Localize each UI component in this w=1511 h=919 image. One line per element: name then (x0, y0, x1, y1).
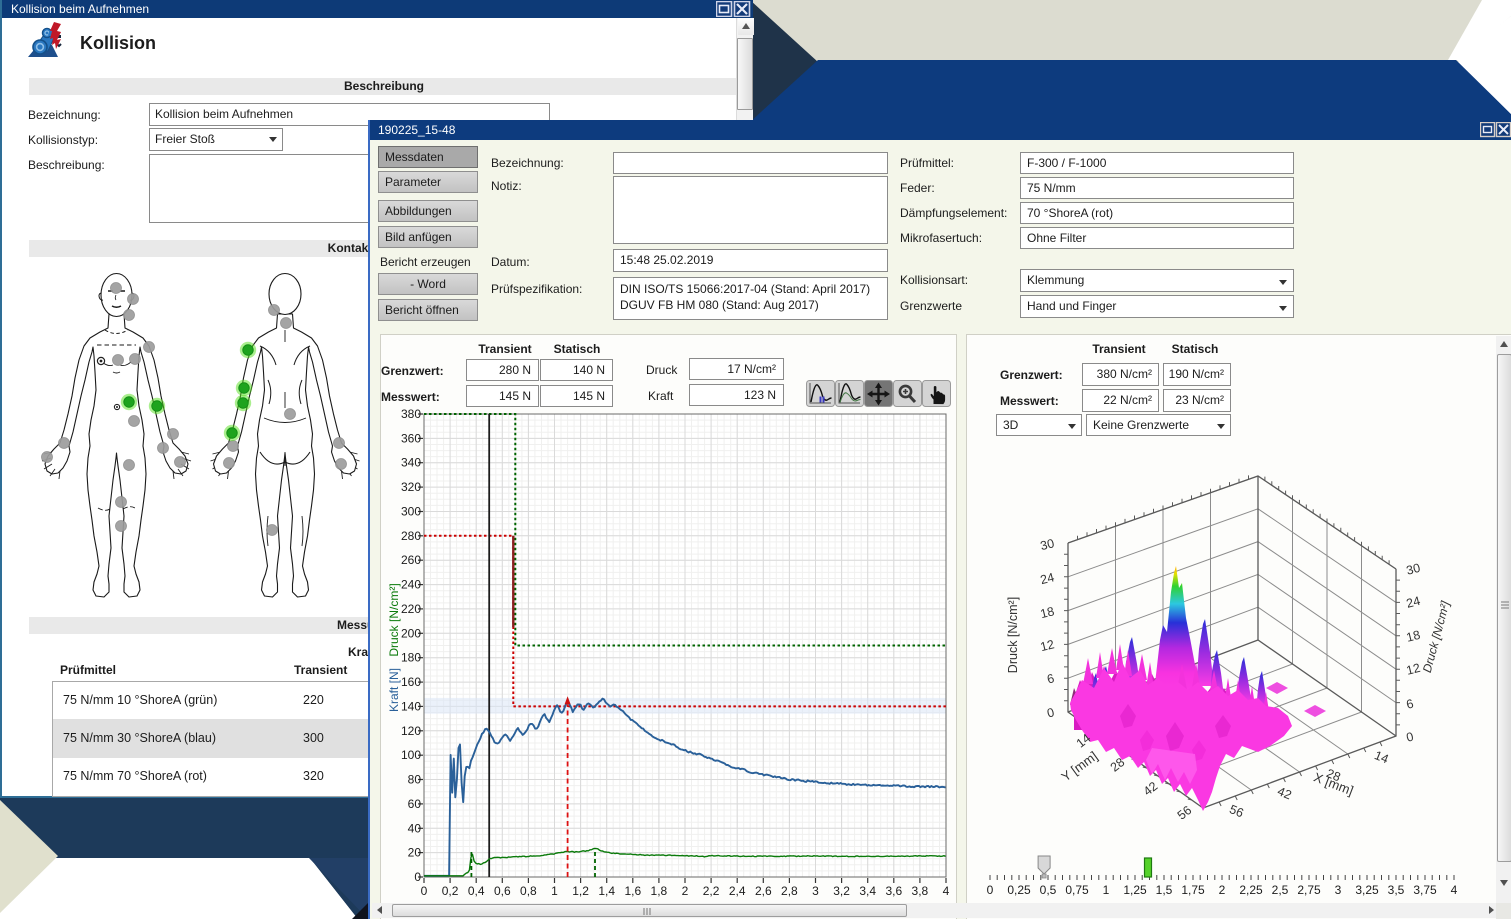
svg-text:40: 40 (408, 821, 422, 835)
svg-text:340: 340 (401, 456, 421, 470)
svg-text:12: 12 (1405, 661, 1422, 678)
svg-text:2: 2 (1219, 883, 1226, 897)
svg-text:380: 380 (401, 407, 421, 421)
svg-text:80: 80 (408, 773, 422, 787)
svg-text:120: 120 (401, 724, 421, 738)
svg-text:3,8: 3,8 (912, 884, 929, 898)
svg-text:200: 200 (401, 626, 421, 640)
svg-text:3,6: 3,6 (885, 884, 902, 898)
svg-text:0: 0 (421, 884, 428, 898)
svg-text:1,2: 1,2 (572, 884, 589, 898)
svg-text:2,5: 2,5 (1272, 883, 1289, 897)
svg-text:1: 1 (1103, 883, 1110, 897)
svg-text:2,4: 2,4 (729, 884, 746, 898)
svg-text:0,25: 0,25 (1007, 883, 1031, 897)
svg-text:1,8: 1,8 (651, 884, 668, 898)
svg-text:140: 140 (401, 699, 421, 713)
svg-text:0,6: 0,6 (494, 884, 511, 898)
svg-text:Druck [N/cm²]: Druck [N/cm²] (1420, 599, 1453, 674)
svg-text:280: 280 (401, 529, 421, 543)
svg-text:30: 30 (1405, 561, 1422, 578)
svg-text:3: 3 (812, 884, 819, 898)
svg-text:1,5: 1,5 (1156, 883, 1173, 897)
svg-text:4: 4 (943, 884, 950, 898)
svg-text:240: 240 (401, 578, 421, 592)
svg-text:320: 320 (401, 480, 421, 494)
svg-text:6: 6 (1046, 671, 1056, 686)
svg-text:1: 1 (551, 884, 558, 898)
svg-text:Y [mm]: Y [mm] (1058, 748, 1100, 784)
svg-text:1,25: 1,25 (1123, 883, 1147, 897)
svg-text:2,6: 2,6 (755, 884, 772, 898)
svg-text:3,4: 3,4 (859, 884, 876, 898)
svg-text:300: 300 (401, 505, 421, 519)
svg-text:0: 0 (1405, 729, 1415, 744)
svg-text:12: 12 (1039, 637, 1056, 654)
svg-text:Druck [N/cm²]: Druck [N/cm²] (1006, 597, 1020, 673)
svg-text:0,8: 0,8 (520, 884, 537, 898)
svg-text:18: 18 (1039, 604, 1056, 621)
svg-text:3,5: 3,5 (1388, 883, 1405, 897)
svg-text:180: 180 (401, 651, 421, 665)
svg-text:1,4: 1,4 (598, 884, 615, 898)
svg-text:24: 24 (1405, 594, 1422, 611)
svg-text:2,25: 2,25 (1239, 883, 1263, 897)
svg-text:0,5: 0,5 (1040, 883, 1057, 897)
svg-text:Druck [N/cm²]: Druck [N/cm²] (387, 583, 401, 656)
svg-text:0,4: 0,4 (468, 884, 485, 898)
svg-text:100: 100 (401, 748, 421, 762)
svg-text:Kraft [N]: Kraft [N] (387, 668, 401, 712)
svg-text:260: 260 (401, 553, 421, 567)
svg-text:360: 360 (401, 431, 421, 445)
svg-text:3,25: 3,25 (1355, 883, 1379, 897)
svg-text:30: 30 (1039, 536, 1056, 553)
svg-text:1,6: 1,6 (624, 884, 641, 898)
svg-text:0: 0 (1046, 705, 1056, 720)
svg-text:14: 14 (1372, 748, 1390, 766)
svg-text:42: 42 (1275, 784, 1293, 802)
svg-text:0,2: 0,2 (442, 884, 459, 898)
svg-text:4: 4 (1451, 883, 1458, 897)
svg-text:6: 6 (1405, 696, 1415, 711)
svg-text:2,2: 2,2 (703, 884, 720, 898)
svg-text:0: 0 (987, 883, 994, 897)
svg-text:20: 20 (408, 846, 422, 860)
svg-text:3,75: 3,75 (1413, 883, 1437, 897)
svg-text:56: 56 (1227, 802, 1245, 820)
svg-text:220: 220 (401, 602, 421, 616)
svg-text:56: 56 (1175, 803, 1195, 823)
svg-text:2,75: 2,75 (1297, 883, 1321, 897)
svg-text:0: 0 (414, 870, 421, 884)
svg-text:60: 60 (408, 797, 422, 811)
svg-text:0,75: 0,75 (1065, 883, 1089, 897)
svg-text:3,2: 3,2 (833, 884, 850, 898)
svg-text:1,75: 1,75 (1181, 883, 1205, 897)
svg-text:24: 24 (1039, 570, 1056, 587)
svg-text:18: 18 (1405, 628, 1422, 645)
svg-text:160: 160 (401, 675, 421, 689)
svg-text:2: 2 (682, 884, 689, 898)
svg-text:3: 3 (1335, 883, 1342, 897)
svg-text:2,8: 2,8 (781, 884, 798, 898)
svg-text:42: 42 (1141, 779, 1161, 799)
